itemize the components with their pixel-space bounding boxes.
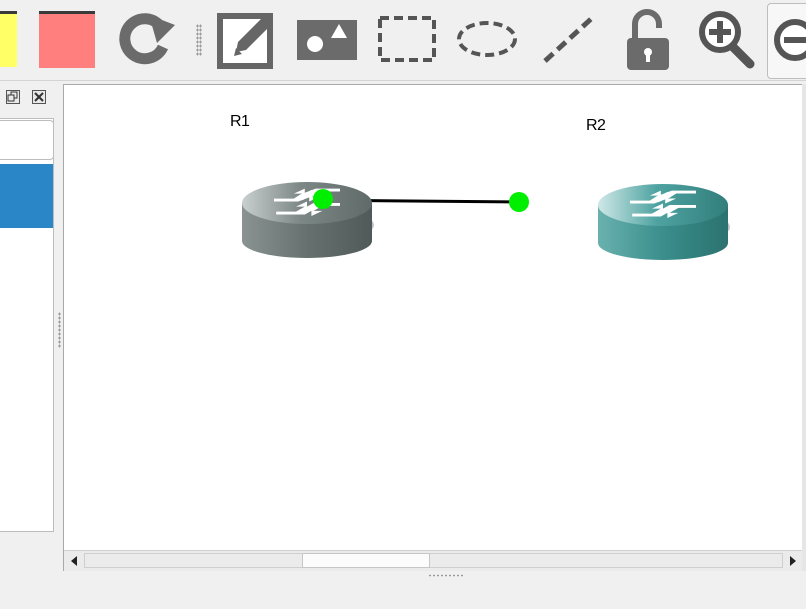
scrollbar-track[interactable] xyxy=(84,553,783,568)
edit-note-icon xyxy=(217,13,273,69)
restore-icon xyxy=(7,91,18,102)
scroll-left-button[interactable] xyxy=(64,551,84,571)
insert-picture-button[interactable] xyxy=(294,6,360,72)
draw-rectangle-button[interactable] xyxy=(374,6,440,72)
bottom-splitter-handle[interactable] xyxy=(428,574,464,577)
unlock-icon xyxy=(627,9,669,70)
arrow-left-icon xyxy=(71,556,77,566)
add-note-button[interactable] xyxy=(212,6,278,72)
ellipse-icon xyxy=(457,21,517,57)
device-search-input[interactable] xyxy=(0,120,54,160)
picture-icon xyxy=(297,20,357,60)
right-panel-edge xyxy=(802,84,806,571)
close-icon xyxy=(34,92,44,102)
rectangle-icon xyxy=(378,16,436,62)
draw-line-button[interactable] xyxy=(534,6,600,72)
link-endpoint-r2 xyxy=(509,192,529,212)
node-label-r1[interactable]: R1 xyxy=(230,113,250,131)
horizontal-scrollbar[interactable] xyxy=(64,550,803,571)
toolbar-separator xyxy=(196,24,202,56)
scroll-right-button[interactable] xyxy=(783,551,803,571)
scrollbar-thumb[interactable] xyxy=(302,553,430,568)
dock-float-button[interactable] xyxy=(6,90,20,104)
router-r1[interactable] xyxy=(242,182,374,258)
line-icon xyxy=(543,17,593,63)
toolbar xyxy=(0,0,806,81)
zoom-in-button[interactable] xyxy=(694,6,760,72)
yellow-swatch-icon xyxy=(0,11,17,67)
dock-close-button[interactable] xyxy=(32,90,46,104)
topology-canvas[interactable]: R1 R2 xyxy=(64,85,803,550)
dock-splitter-handle[interactable] xyxy=(58,312,61,348)
topology-scene xyxy=(242,182,730,260)
reload-button[interactable] xyxy=(114,6,180,72)
draw-ellipse-button[interactable] xyxy=(454,6,520,72)
router-r2[interactable] xyxy=(598,184,730,260)
reload-icon xyxy=(119,13,175,65)
yellow-color-swatch[interactable] xyxy=(0,6,22,72)
topology-view: R1 R2 xyxy=(63,84,804,571)
zoom-out-button[interactable] xyxy=(767,3,806,79)
selected-device-item[interactable] xyxy=(0,164,53,228)
zoom-in-icon xyxy=(699,11,755,69)
arrow-right-icon xyxy=(790,556,796,566)
zoom-out-icon xyxy=(774,19,806,61)
lock-unlock-button[interactable] xyxy=(614,6,680,72)
red-swatch-icon xyxy=(39,11,95,68)
link-endpoint-r1 xyxy=(313,189,333,209)
devices-dock xyxy=(0,84,56,534)
red-color-swatch[interactable] xyxy=(34,6,100,72)
node-label-r2[interactable]: R2 xyxy=(586,117,606,135)
